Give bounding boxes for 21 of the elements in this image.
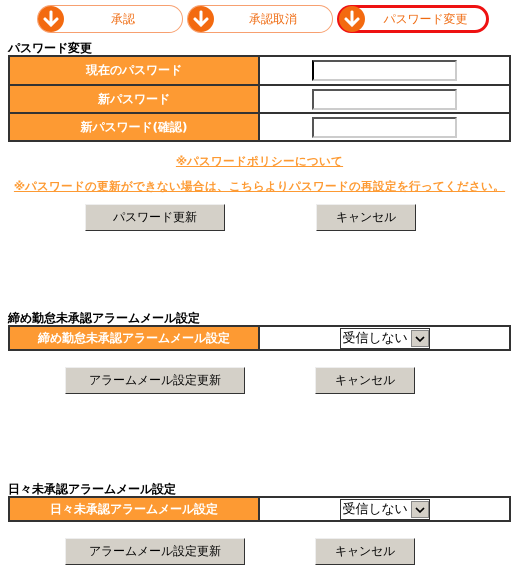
password-field[interactable] — [312, 116, 457, 138]
field-label: 現在のパスワード — [10, 57, 260, 84]
cancel-button[interactable]: キャンセル — [315, 538, 415, 565]
field-label: 締め勤怠未承認アラームメール設定 — [10, 327, 260, 349]
section-title: 日々未承認アラームメール設定 — [8, 483, 177, 496]
cancel-button[interactable]: キャンセル — [316, 204, 416, 231]
field-label: 日々未承認アラームメール設定 — [10, 498, 260, 520]
cancel-button[interactable]: キャンセル — [315, 367, 415, 394]
field-label: 新パスワード(確認) — [10, 114, 260, 140]
update-button[interactable]: アラームメール設定更新 — [65, 538, 245, 565]
dropdown-icon — [410, 500, 428, 518]
section-title: 締め勤怠未承認アラームメール設定 — [8, 312, 201, 325]
select-field[interactable]: 受信しない — [340, 498, 430, 520]
select-field[interactable]: 受信しない — [340, 328, 430, 348]
update-button[interactable]: アラームメール設定更新 — [65, 367, 245, 394]
dropdown-icon — [410, 330, 428, 346]
section-title: パスワード変更 — [8, 42, 93, 55]
field-label: 新パスワード — [10, 86, 260, 112]
password-field[interactable] — [312, 60, 457, 81]
update-button[interactable]: パスワード更新 — [85, 204, 225, 231]
password-field[interactable] — [312, 88, 457, 110]
